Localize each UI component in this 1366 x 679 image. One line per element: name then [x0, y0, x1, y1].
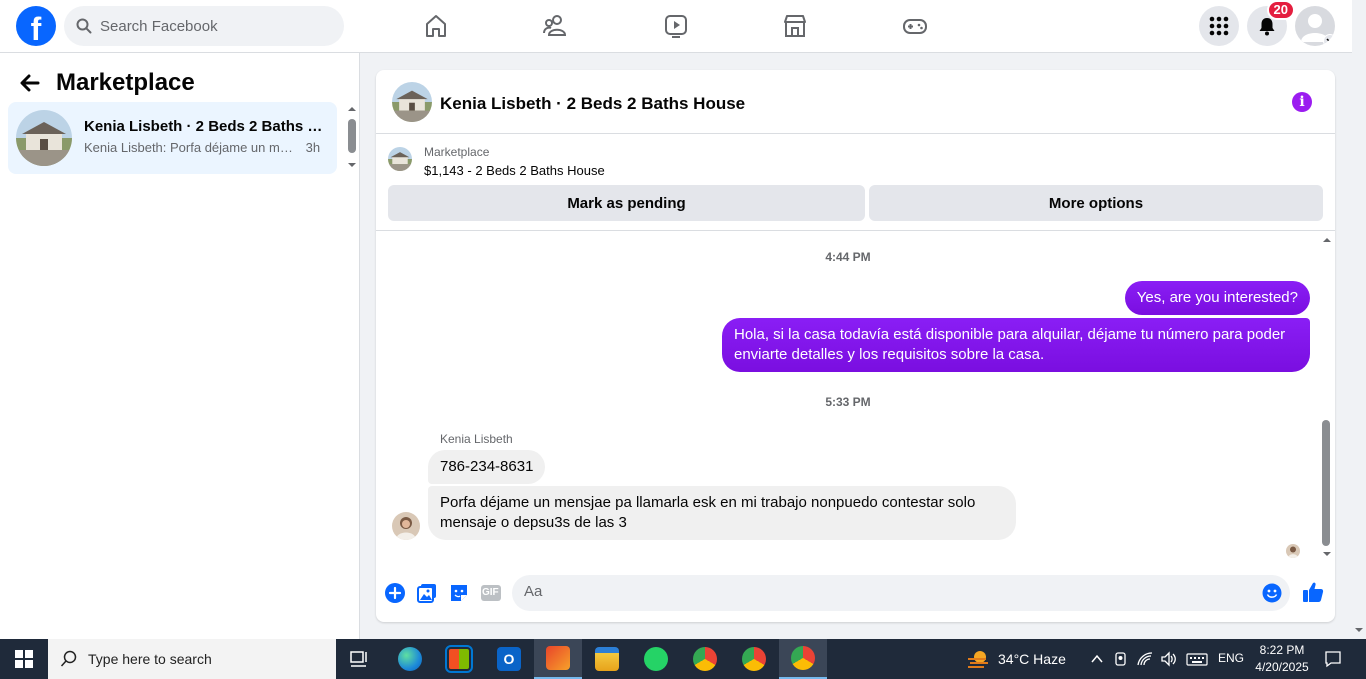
message-input-box[interactable] [512, 575, 1290, 611]
facebook-logo-letter: f [30, 11, 42, 46]
message-line: enviarte detalles y los requisitos sobre… [734, 346, 1045, 363]
chevron-up-icon[interactable] [1089, 651, 1105, 667]
timestamp: 4:44 PM [825, 250, 871, 264]
message-line: mensaje o depsu3s de las 3 [440, 514, 627, 531]
sidebar-scrollbar[interactable] [345, 105, 359, 171]
home-icon[interactable] [423, 13, 449, 39]
account-avatar-button[interactable] [1295, 6, 1335, 46]
chat-header: Kenia Lisbeth · 2 Beds 2 Baths House i [376, 70, 1335, 134]
store-icon[interactable] [435, 639, 483, 679]
sidebar-title: Marketplace [56, 69, 195, 96]
thumbs-up-icon[interactable] [1301, 580, 1325, 604]
conversation-preview-text: Kenia Lisbeth: Porfa déjame un me... [84, 140, 294, 155]
incoming-message[interactable]: Porfa déjame un mensjae pa llamarla esk … [428, 486, 1016, 540]
photo-icon[interactable] [416, 582, 438, 604]
chrome-icon[interactable] [681, 639, 729, 679]
marketplace-sidebar: Marketplace Kenia Lisbeth · 2 Beds 2 Bat… [0, 53, 360, 639]
chat-panel: Kenia Lisbeth · 2 Beds 2 Baths House i M… [376, 70, 1335, 622]
search-icon [76, 18, 92, 34]
windows-logo-icon [15, 650, 33, 668]
message-thread: 4:44 PM Yes, are you interested? Hola, s… [376, 232, 1335, 564]
file-explorer-icon[interactable] [583, 639, 631, 679]
message-scroll-thumb[interactable] [1322, 420, 1330, 546]
marketplace-icon[interactable] [782, 13, 808, 39]
video-icon[interactable] [663, 13, 689, 39]
outgoing-message[interactable]: Yes, are you interested? [1124, 281, 1310, 315]
chat-title[interactable]: Kenia Lisbeth · 2 Beds 2 Baths House [440, 94, 745, 114]
chrome-profile-icon[interactable] [779, 639, 827, 679]
listing-label: Marketplace [424, 145, 490, 159]
info-icon[interactable]: i [1292, 92, 1312, 112]
search-icon [60, 650, 77, 667]
seen-receipt-avatar [1286, 544, 1300, 558]
timestamp: 5:33 PM [825, 395, 871, 409]
whatsapp-icon[interactable] [632, 639, 680, 679]
clock-time: 8:22 PM [1259, 643, 1305, 657]
chat-listing-avatar[interactable] [392, 82, 432, 122]
outlook-icon[interactable]: O [485, 639, 533, 679]
chevron-down-icon [1323, 34, 1335, 46]
listing-price-title[interactable]: $1,143 - 2 Beds 2 Baths House [424, 163, 605, 178]
edge-icon[interactable] [386, 639, 434, 679]
page-scrollbar[interactable] [1352, 0, 1366, 639]
taskbar-search-input[interactable] [88, 651, 328, 667]
taskbar-search[interactable] [48, 639, 336, 679]
wifi-icon[interactable] [1137, 651, 1153, 667]
sender-avatar[interactable] [392, 512, 420, 540]
notification-badge: 20 [1266, 0, 1295, 20]
incoming-message[interactable]: 786-234-8631 [428, 450, 546, 484]
message-input[interactable] [524, 583, 1224, 600]
meet-now-icon[interactable] [1113, 651, 1129, 667]
mark-as-pending-button[interactable]: Mark as pending [388, 185, 865, 221]
notification-center-icon[interactable] [1324, 650, 1342, 668]
plus-circle-icon[interactable] [384, 582, 406, 604]
friends-icon[interactable] [543, 13, 569, 39]
volume-icon[interactable] [1160, 651, 1176, 667]
search-box[interactable] [64, 6, 344, 46]
more-options-button[interactable]: More options [869, 185, 1323, 221]
listing-banner: Marketplace $1,143 - 2 Beds 2 Baths Hous… [376, 135, 1335, 231]
windows-start-button[interactable] [0, 639, 48, 679]
conversation-title: Kenia Lisbeth · 2 Beds 2 Baths H... [84, 118, 324, 135]
search-input[interactable] [100, 17, 320, 35]
sidebar-header: Marketplace [20, 69, 195, 97]
weather-text[interactable]: 34°C Haze [998, 651, 1066, 667]
keyboard-icon[interactable] [1186, 651, 1208, 667]
conversation-preview: Kenia Lisbeth: Porfa déjame un me... 3h [84, 140, 320, 155]
listing-thumbnail [16, 110, 72, 166]
outgoing-message[interactable]: Hola, si la casa todavía está disponible… [722, 318, 1310, 372]
conversation-time: 3h [305, 140, 321, 155]
clock-date: 4/20/2025 [1255, 660, 1309, 674]
sender-name: Kenia Lisbeth [440, 432, 513, 446]
menu-grid-button[interactable] [1199, 6, 1239, 46]
back-arrow-icon[interactable] [20, 74, 40, 92]
emoji-icon[interactable] [1262, 583, 1282, 603]
gaming-icon[interactable] [902, 13, 928, 39]
conversation-item[interactable]: Kenia Lisbeth · 2 Beds 2 Baths H... Keni… [8, 102, 337, 174]
listing-banner-thumbnail[interactable] [388, 147, 412, 171]
weather-haze-icon[interactable] [966, 649, 990, 669]
windows-taskbar: O 34°C Haze ENG 8:22 PM 4/20/2025 [0, 639, 1366, 679]
message-composer: GIF [376, 570, 1335, 616]
chrome-profile-c-icon[interactable] [730, 639, 778, 679]
active-app-icon[interactable] [534, 639, 582, 679]
gif-icon[interactable]: GIF [480, 582, 502, 604]
facebook-logo[interactable]: f [16, 6, 56, 46]
grid-icon [1209, 16, 1229, 36]
task-view-icon[interactable] [336, 639, 384, 679]
top-navigation-bar: f 20 [0, 0, 1352, 53]
message-scrollbar[interactable] [1320, 232, 1334, 562]
notifications-button[interactable]: 20 [1247, 0, 1295, 46]
message-line: Hola, si la casa todavía está disponible… [734, 326, 1286, 343]
sticker-icon[interactable] [448, 582, 470, 604]
clock[interactable]: 8:22 PM 4/20/2025 [1250, 642, 1314, 676]
message-line: Porfa déjame un mensjae pa llamarla esk … [440, 494, 976, 511]
language-indicator[interactable]: ENG [1218, 651, 1244, 665]
gif-label: GIF [482, 587, 499, 598]
sidebar-scroll-thumb[interactable] [348, 119, 356, 153]
